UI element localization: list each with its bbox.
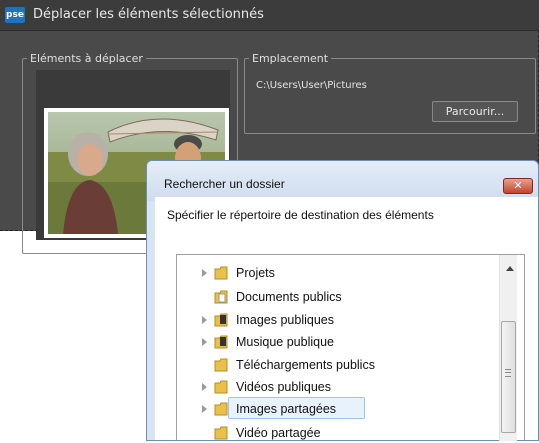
tree-item-label: Vidéos publiques: [236, 380, 331, 394]
documents-folder-icon: [214, 290, 228, 304]
browse-dialog-title: Rechercher un dossier: [164, 177, 285, 191]
move-dialog-titlebar: pse Déplacer les éléments sélectionnés: [0, 0, 539, 31]
browse-instruction: Spécifier le répertoire de destination d…: [167, 208, 434, 222]
music-folder-icon: [214, 335, 228, 349]
folder-icon: [214, 402, 228, 416]
move-dialog-title: Déplacer les éléments sélectionnés: [33, 7, 264, 22]
tree-item-label: Vidéo partagée: [236, 426, 321, 440]
close-icon: ✕: [513, 179, 523, 192]
tree-item-label: Musique publique: [236, 335, 334, 349]
expand-arrow-icon[interactable]: [202, 269, 207, 277]
folder-icon: [214, 380, 228, 394]
tree-item-label: Projets: [236, 266, 275, 280]
location-label: Emplacement: [252, 52, 329, 65]
folder-icon: [214, 358, 228, 372]
folder-icon: [214, 426, 228, 440]
expand-arrow-icon[interactable]: [202, 405, 207, 413]
browse-button[interactable]: Parcourir...: [432, 101, 518, 122]
tree-item-label: Téléchargements publics: [236, 358, 375, 372]
scrollbar-grip-icon: [505, 369, 511, 377]
close-button[interactable]: ✕: [503, 178, 533, 194]
pictures-folder-icon: [214, 313, 228, 327]
scrollbar-thumb[interactable]: [501, 321, 516, 433]
browse-dialog-titlebar: Rechercher un dossier ✕: [147, 161, 538, 201]
tree-item-label: Images publiques: [236, 313, 334, 327]
tree-item-label: Images partagées: [236, 402, 337, 416]
expand-arrow-icon[interactable]: [202, 316, 207, 324]
pse-app-icon: pse: [5, 7, 25, 23]
location-path: C:\Users\User\Pictures: [256, 80, 367, 91]
expand-arrow-icon[interactable]: [202, 338, 207, 346]
scroll-up-arrow-icon[interactable]: [506, 266, 514, 271]
expand-arrow-icon[interactable]: [202, 383, 207, 391]
folder-icon: [214, 266, 228, 280]
tree-item-label: Documents publics: [236, 290, 342, 304]
items-to-move-label: Eléments à déplacer: [30, 52, 143, 65]
